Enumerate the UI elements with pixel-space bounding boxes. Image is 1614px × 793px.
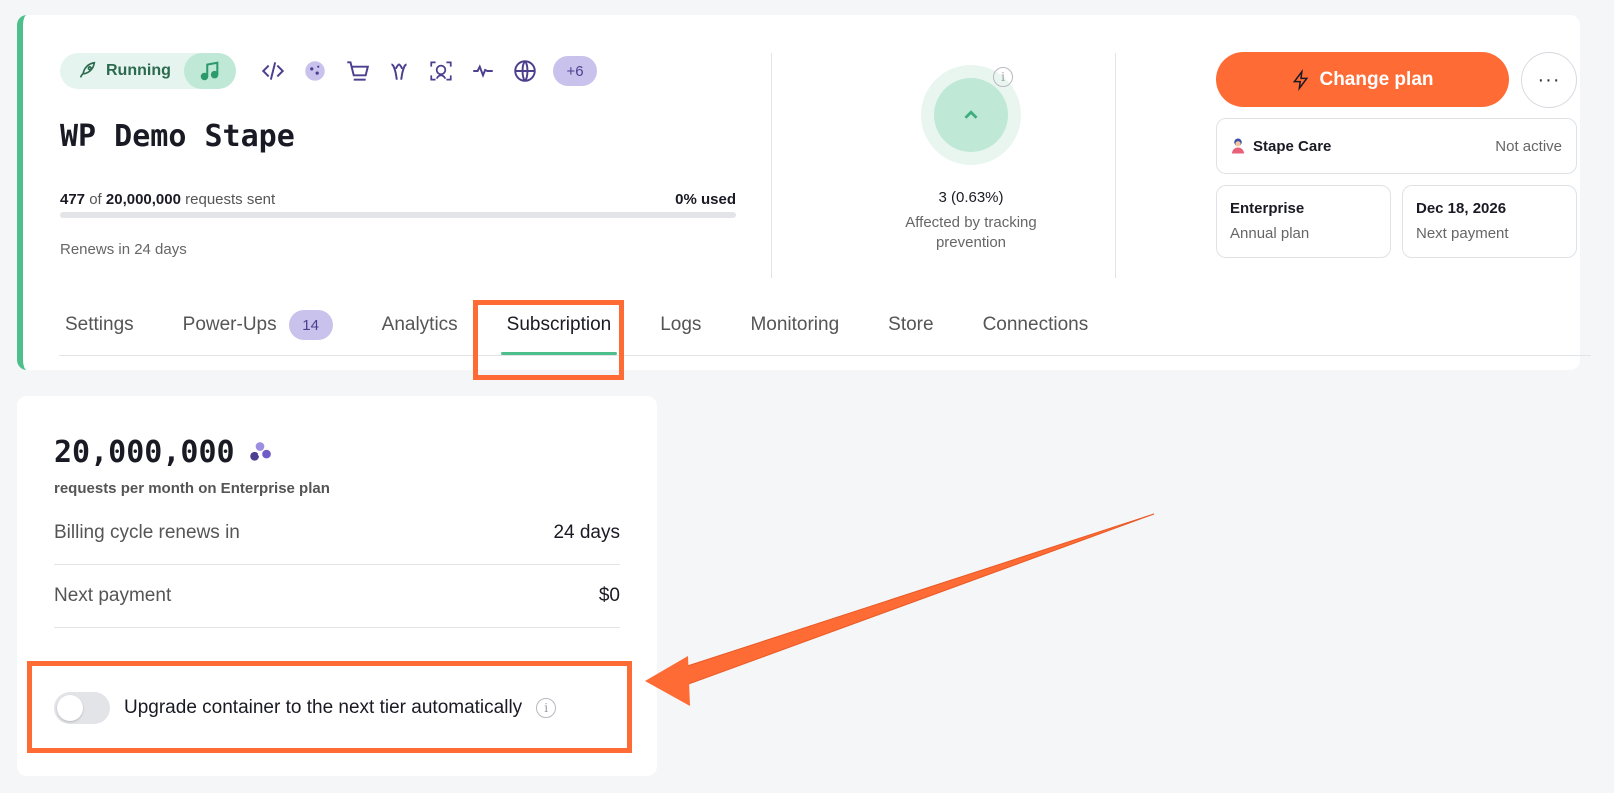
- stape-care-status: Not active: [1495, 137, 1562, 155]
- stape-care-label: Stape Care: [1253, 137, 1332, 155]
- requests-of: of: [89, 191, 102, 208]
- more-options-button[interactable]: ···: [1521, 52, 1577, 108]
- rocket-icon: [79, 61, 96, 78]
- highlight-box-auto-upgrade: [27, 661, 632, 753]
- container-title: WP Demo Stape: [60, 119, 295, 154]
- highlight-box-subscription-tab: [473, 300, 624, 380]
- face-scan-icon[interactable]: [425, 55, 457, 87]
- tab-analytics[interactable]: Analytics: [376, 295, 464, 355]
- status-label: Running: [106, 62, 171, 79]
- stape-logo-icon: [249, 441, 271, 461]
- stape-care-box[interactable]: Stape Care Not active: [1216, 118, 1577, 174]
- usage-percent: 0% used: [675, 191, 736, 208]
- next-payment-box: Dec 18, 2026 Next payment: [1402, 185, 1577, 258]
- cart-icon[interactable]: [341, 55, 373, 87]
- tab-power-ups[interactable]: Power-Ups 14: [177, 295, 339, 355]
- billing-cycle-label: Billing cycle renews in: [54, 522, 240, 543]
- meta-icon[interactable]: [383, 55, 415, 87]
- info-icon[interactable]: i: [993, 67, 1013, 87]
- requests-per-month-label: requests per month on Enterprise plan: [54, 480, 330, 497]
- change-plan-button[interactable]: Change plan: [1216, 52, 1509, 107]
- music-icon[interactable]: [184, 53, 236, 89]
- lightning-icon: [1293, 68, 1309, 91]
- next-payment-row: Next payment $0: [54, 565, 620, 628]
- tracking-prevention-value: 3 (0.63%): [938, 189, 1004, 206]
- plan-name: Enterprise: [1230, 200, 1305, 217]
- billing-cycle-value: 24 days: [553, 522, 620, 543]
- requests-suffix: requests sent: [185, 191, 276, 208]
- power-ups-count-badge: 14: [288, 310, 333, 340]
- tab-store[interactable]: Store: [882, 295, 939, 355]
- billing-cycle-row: Billing cycle renews in 24 days: [54, 502, 620, 565]
- requests-summary: 477 of 20,000,000 requests sent 0% used: [60, 191, 736, 208]
- status-pill: Running: [60, 53, 236, 89]
- globe-icon[interactable]: [509, 55, 541, 87]
- plan-box: Enterprise Annual plan: [1216, 185, 1391, 258]
- next-payment-row-label: Next payment: [54, 585, 172, 606]
- more-power-ups-badge[interactable]: +6: [553, 56, 597, 86]
- tab-settings[interactable]: Settings: [59, 295, 140, 355]
- divider: [1115, 53, 1116, 278]
- tab-connections[interactable]: Connections: [977, 295, 1095, 355]
- next-payment-label: Next payment: [1416, 225, 1509, 242]
- cookie-icon[interactable]: [299, 55, 331, 87]
- renews-text: Renews in 24 days: [60, 241, 187, 258]
- heartbeat-icon[interactable]: [467, 55, 499, 87]
- divider: [771, 53, 772, 278]
- tab-bar: Settings Power-Ups 14 Analytics Subscript…: [59, 295, 1591, 356]
- plan-period: Annual plan: [1230, 225, 1310, 242]
- power-up-icons: +6: [257, 55, 597, 87]
- code-icon[interactable]: [257, 55, 289, 87]
- requests-per-month-value: 20,000,000: [54, 435, 235, 470]
- requests-total: 20,000,000: [105, 191, 181, 208]
- container-header-card: Running +6 WP Demo Stape 477 of 20,000,0…: [17, 15, 1591, 370]
- requests-sent: 477: [60, 191, 86, 208]
- next-payment-date: Dec 18, 2026: [1416, 200, 1507, 217]
- change-plan-label: Change plan: [1319, 68, 1434, 90]
- tab-logs[interactable]: Logs: [654, 295, 707, 355]
- chevron-up-icon: [964, 110, 978, 119]
- care-person-icon: [1232, 138, 1244, 154]
- tracking-prevention-label: Affected by tracking prevention: [905, 214, 1037, 251]
- usage-progress-bar: [60, 212, 736, 218]
- tab-monitoring[interactable]: Monitoring: [744, 295, 845, 355]
- next-payment-row-value: $0: [598, 585, 620, 606]
- requests-per-month: 20,000,000: [54, 435, 273, 470]
